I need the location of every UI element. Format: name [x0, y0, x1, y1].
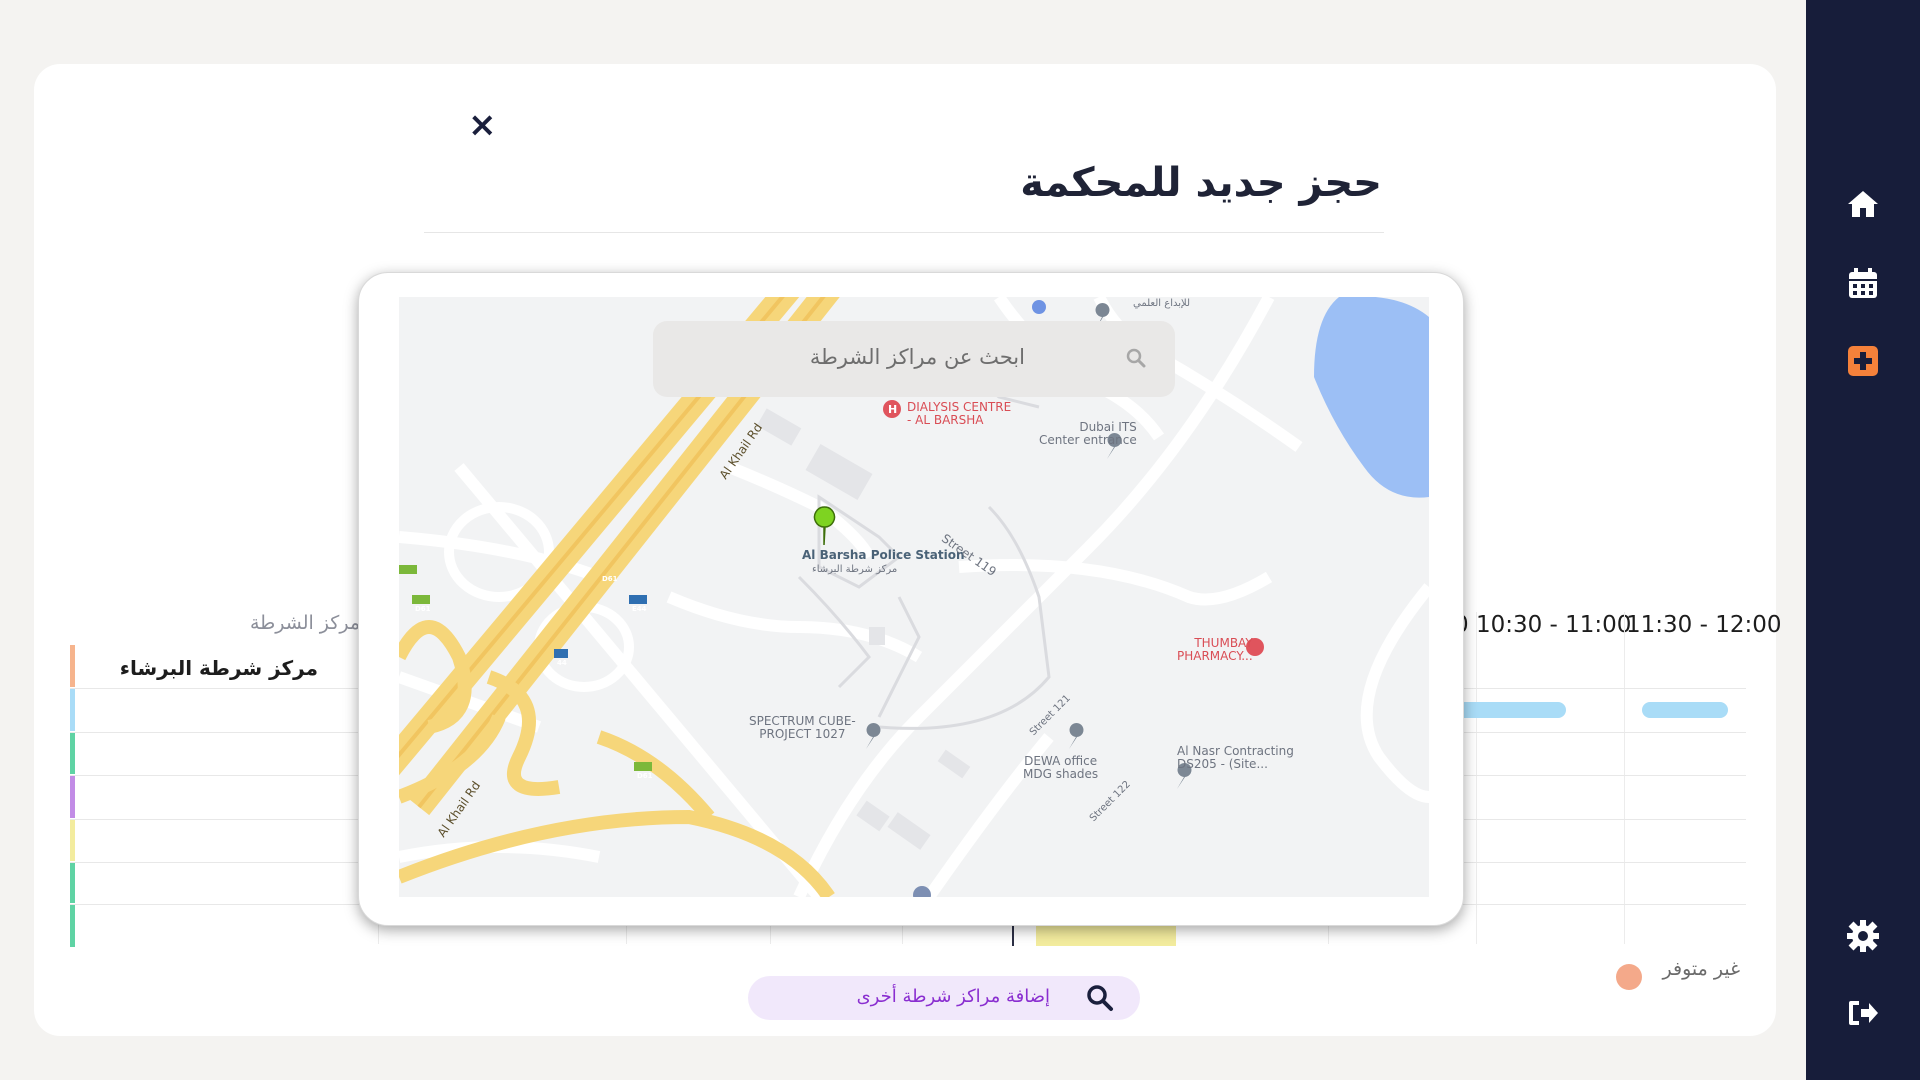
- map-modal: H D61 D61 E44 44 D61 DIALYSIS CENTRE - A…: [358, 272, 1464, 926]
- police-search-input[interactable]: ابحث عن مراكز الشرطة: [653, 321, 1175, 397]
- table-row[interactable]: [70, 689, 75, 731]
- time-slot-header: 11:30 - 12:00: [1626, 612, 1782, 638]
- d61-shield-label: D61: [602, 575, 618, 583]
- map-label-police-station-ar: مركز شرطة البرشاء: [812, 564, 898, 575]
- search-icon: [1086, 984, 1114, 1012]
- table-row[interactable]: [70, 776, 75, 818]
- d61-shield-label: D61: [415, 605, 431, 613]
- page-title: حجز جديد للمحكمة: [1020, 160, 1382, 206]
- title-divider: [424, 232, 1384, 233]
- e44-shield-label: E44: [632, 605, 647, 613]
- police-center-name: مركز شرطة البرشاء: [119, 656, 318, 680]
- booked-slot[interactable]: [1454, 702, 1566, 718]
- table-row[interactable]: [70, 645, 75, 687]
- police-center-column-header: مركز الشرطة: [249, 612, 360, 634]
- map-label-spectrum: SPECTRUM CUBE- PROJECT 1027: [749, 714, 856, 741]
- add-more-centers-label: إضافة مراكز شرطة أخرى: [856, 986, 1050, 1007]
- e44-shield-label: 44: [557, 659, 567, 667]
- unavailable-legend-label: غير متوفر: [1662, 958, 1740, 980]
- close-button[interactable]: ×: [468, 108, 498, 142]
- table-row[interactable]: [70, 733, 75, 774]
- map-label-police-station[interactable]: Al Barsha Police Station: [802, 549, 965, 562]
- map-label-dubai-its: Dubai ITS Center entrance: [1039, 420, 1137, 447]
- calendar-icon[interactable]: [1842, 262, 1884, 304]
- map-label-top-ar: للإبداع العلمي: [1133, 298, 1191, 309]
- booked-slot[interactable]: [1036, 924, 1176, 946]
- settings-icon[interactable]: [1842, 915, 1884, 957]
- add-booking-icon[interactable]: [1842, 340, 1884, 382]
- map-view[interactable]: H D61 D61 E44 44 D61 DIALYSIS CENTRE - A…: [399, 297, 1429, 897]
- sidebar: [1806, 0, 1920, 1080]
- table-row[interactable]: [70, 820, 75, 861]
- d61-shield-label: D61: [637, 772, 653, 780]
- home-icon[interactable]: [1842, 183, 1884, 225]
- search-placeholder: ابحث عن مراكز الشرطة: [809, 345, 1025, 369]
- map-label-thumbay: THUMBAY PHARMACY...: [1177, 636, 1253, 663]
- time-slot-header: 0 10:30 - 11:00: [1454, 612, 1632, 638]
- table-row[interactable]: [70, 863, 75, 903]
- booked-slot[interactable]: [1642, 702, 1728, 718]
- search-icon: [1123, 345, 1149, 371]
- map-label-al-nasr: Al Nasr Contracting DS205 - (Site...: [1177, 744, 1294, 771]
- map-label-dewa: DEWA office MDG shades: [1023, 754, 1099, 781]
- svg-text:H: H: [888, 403, 897, 416]
- grid-line: [1476, 612, 1477, 944]
- map-label-dialysis: DIALYSIS CENTRE - AL BARSHA: [907, 400, 1012, 427]
- table-row[interactable]: [70, 905, 75, 947]
- logout-icon[interactable]: [1842, 992, 1884, 1034]
- grid-line: [1624, 612, 1625, 944]
- add-more-centers-button[interactable]: إضافة مراكز شرطة أخرى: [748, 976, 1140, 1020]
